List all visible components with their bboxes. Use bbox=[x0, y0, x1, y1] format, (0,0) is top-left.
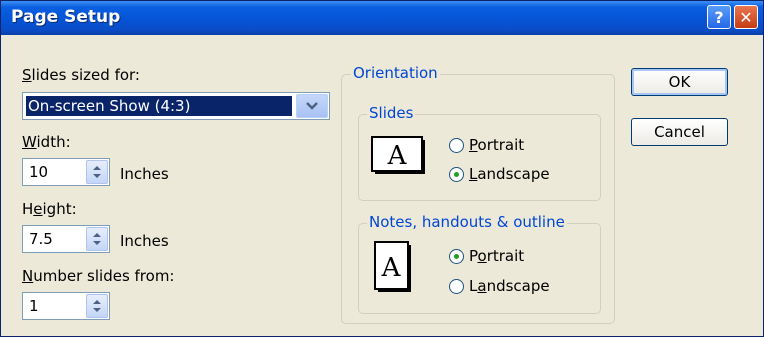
number-slides-from-spinner[interactable]: 1 bbox=[22, 292, 110, 320]
number-spin-buttons[interactable] bbox=[86, 294, 108, 318]
notes-landscape-label[interactable]: Landscape bbox=[469, 277, 550, 295]
width-label: Width: bbox=[22, 133, 71, 151]
number-slides-from-value: 1 bbox=[29, 297, 39, 315]
slides-group-title: Slides bbox=[367, 104, 416, 122]
help-button[interactable]: ? bbox=[707, 5, 731, 29]
title-bar[interactable]: Page Setup ? ✕ bbox=[1, 1, 763, 35]
width-spinner[interactable]: 10 bbox=[22, 158, 110, 186]
width-spin-buttons[interactable] bbox=[86, 160, 108, 184]
height-spin-buttons[interactable] bbox=[86, 227, 108, 251]
close-button[interactable]: ✕ bbox=[734, 5, 758, 29]
slides-portrait-label[interactable]: Portrait bbox=[469, 136, 524, 154]
spin-arrows-icon bbox=[93, 233, 101, 245]
notes-landscape-radio[interactable] bbox=[449, 279, 464, 294]
height-unit: Inches bbox=[120, 232, 169, 250]
height-value: 7.5 bbox=[29, 230, 53, 248]
notes-portrait-radio[interactable] bbox=[449, 249, 464, 264]
number-slides-from-label: Number slides from: bbox=[22, 267, 175, 285]
cancel-button[interactable]: Cancel bbox=[631, 118, 728, 146]
svg-text:A: A bbox=[381, 253, 402, 283]
slides-landscape-label[interactable]: Landscape bbox=[469, 165, 550, 183]
width-value: 10 bbox=[29, 163, 49, 181]
height-label: Height: bbox=[22, 200, 77, 218]
slides-sized-for-label: Slides sized for: bbox=[22, 66, 140, 84]
slides-portrait-radio[interactable] bbox=[449, 138, 464, 153]
slides-sized-for-value: On-screen Show (4:3) bbox=[26, 96, 292, 116]
ok-button[interactable]: OK bbox=[631, 68, 728, 96]
dropdown-arrow-button[interactable] bbox=[296, 94, 328, 118]
chevron-down-icon bbox=[306, 102, 318, 110]
notes-group-title: Notes, handouts & outline bbox=[367, 213, 567, 231]
height-spinner[interactable]: 7.5 bbox=[22, 225, 110, 253]
notes-portrait-label[interactable]: Portrait bbox=[469, 247, 524, 265]
page-setup-dialog: Page Setup ? ✕ Slides sized for: On-scre… bbox=[0, 0, 764, 337]
orientation-title: Orientation bbox=[351, 64, 440, 82]
spin-arrows-icon bbox=[93, 300, 101, 312]
slides-landscape-radio[interactable] bbox=[449, 167, 464, 182]
window-title: Page Setup bbox=[11, 7, 121, 27]
spin-arrows-icon bbox=[93, 166, 101, 178]
landscape-page-icon: A bbox=[371, 136, 425, 174]
slides-sized-for-dropdown[interactable]: On-screen Show (4:3) bbox=[22, 92, 330, 120]
portrait-page-icon: A bbox=[374, 241, 411, 292]
width-unit: Inches bbox=[120, 165, 169, 183]
svg-text:A: A bbox=[387, 141, 408, 171]
